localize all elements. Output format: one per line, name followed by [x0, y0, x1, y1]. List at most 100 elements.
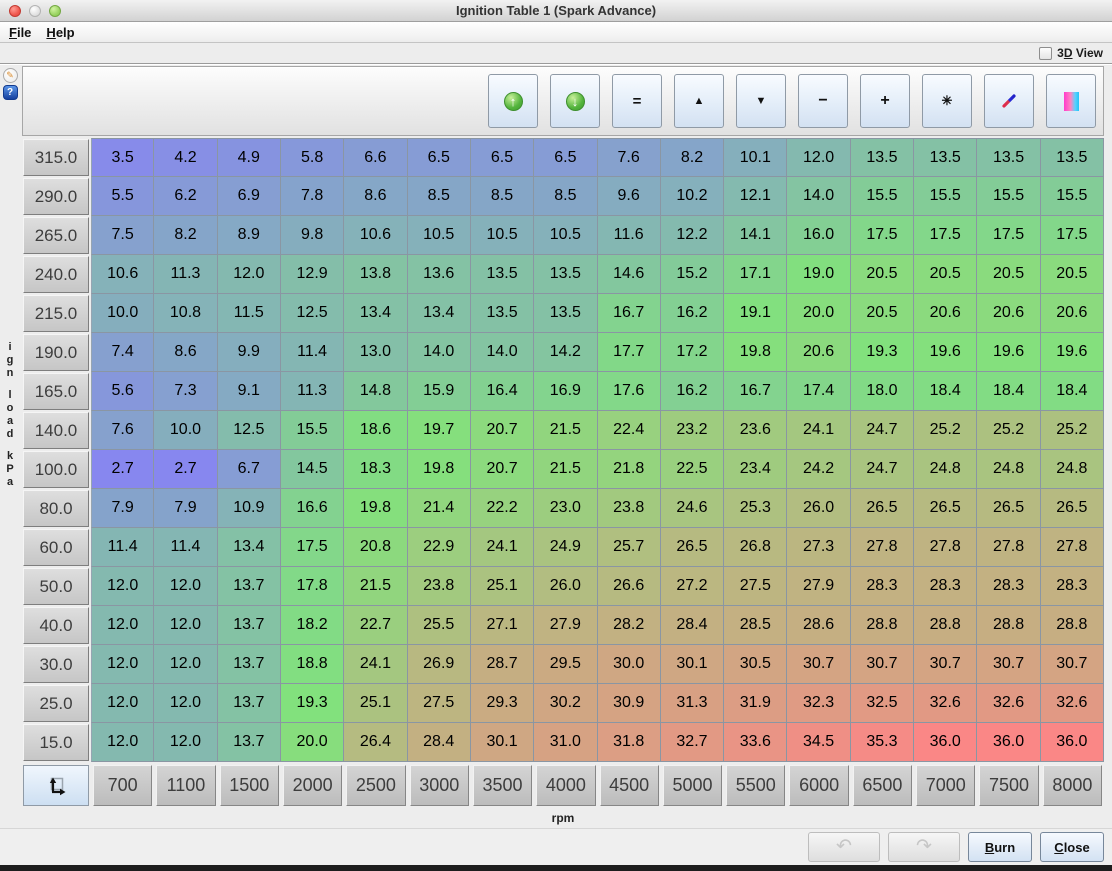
table-cell[interactable]: 22.5 [661, 450, 724, 489]
table-cell[interactable]: 20.6 [1041, 294, 1104, 333]
help-icon[interactable]: ? [3, 85, 18, 100]
table-cell[interactable]: 12.0 [154, 723, 217, 762]
table-cell[interactable]: 2.7 [154, 450, 217, 489]
table-cell[interactable]: 19.6 [914, 333, 977, 372]
table-cell[interactable]: 28.4 [408, 723, 471, 762]
table-cell[interactable]: 26.5 [1041, 489, 1104, 528]
table-cell[interactable]: 14.8 [344, 372, 407, 411]
table-cell[interactable]: 30.7 [914, 645, 977, 684]
table-cell[interactable]: 15.9 [408, 372, 471, 411]
table-cell[interactable]: 24.6 [661, 489, 724, 528]
table-cell[interactable]: 23.4 [724, 450, 787, 489]
table-cell[interactable]: 27.9 [534, 606, 597, 645]
table-cell[interactable]: 12.9 [281, 255, 344, 294]
table-cell[interactable]: 20.5 [1041, 255, 1104, 294]
table-cell[interactable]: 30.7 [977, 645, 1040, 684]
table-cell[interactable]: 25.2 [1041, 411, 1104, 450]
table-cell[interactable]: 26.8 [724, 528, 787, 567]
decrement-button[interactable]: ▼ [736, 74, 786, 128]
table-cell[interactable]: 19.3 [851, 333, 914, 372]
swap-axes-button[interactable] [23, 765, 89, 806]
table-cell[interactable]: 21.5 [344, 567, 407, 606]
table-cell[interactable]: 12.0 [154, 645, 217, 684]
table-cell[interactable]: 31.9 [724, 684, 787, 723]
table-cell[interactable]: 16.7 [598, 294, 661, 333]
table-cell[interactable]: 25.7 [598, 528, 661, 567]
table-cell[interactable]: 17.1 [724, 255, 787, 294]
add-button[interactable]: + [860, 74, 910, 128]
table-cell[interactable]: 20.5 [977, 255, 1040, 294]
table-cell[interactable]: 10.0 [154, 411, 217, 450]
table-cell[interactable]: 13.5 [914, 138, 977, 177]
table-cell[interactable]: 13.8 [344, 255, 407, 294]
table-cell[interactable]: 16.2 [661, 294, 724, 333]
table-cell[interactable]: 13.7 [218, 645, 281, 684]
table-cell[interactable]: 8.6 [154, 333, 217, 372]
table-cell[interactable]: 28.4 [661, 606, 724, 645]
table-cell[interactable]: 30.7 [851, 645, 914, 684]
table-cell[interactable]: 17.5 [977, 216, 1040, 255]
table-cell[interactable]: 17.8 [281, 567, 344, 606]
table-cell[interactable]: 16.7 [724, 372, 787, 411]
subtract-button[interactable]: − [798, 74, 848, 128]
table-cell[interactable]: 13.5 [977, 138, 1040, 177]
close-window-button[interactable] [9, 5, 21, 17]
table-cell[interactable]: 29.3 [471, 684, 534, 723]
table-cell[interactable]: 36.0 [977, 723, 1040, 762]
table-cell[interactable]: 27.8 [1041, 528, 1104, 567]
table-cell[interactable]: 7.9 [154, 489, 217, 528]
table-cell[interactable]: 17.4 [787, 372, 850, 411]
table-cell[interactable]: 11.6 [598, 216, 661, 255]
table-cell[interactable]: 6.5 [534, 138, 597, 177]
table-cell[interactable]: 13.5 [534, 294, 597, 333]
color-gradient-button[interactable] [1046, 74, 1096, 128]
table-cell[interactable]: 4.2 [154, 138, 217, 177]
table-cell[interactable]: 26.0 [534, 567, 597, 606]
table-cell[interactable]: 18.4 [1041, 372, 1104, 411]
table-cell[interactable]: 28.5 [724, 606, 787, 645]
table-cell[interactable]: 12.0 [218, 255, 281, 294]
table-cell[interactable]: 2.7 [91, 450, 154, 489]
table-cell[interactable]: 28.8 [914, 606, 977, 645]
table-cell[interactable]: 20.0 [787, 294, 850, 333]
table-cell[interactable]: 13.5 [534, 255, 597, 294]
table-cell[interactable]: 17.7 [598, 333, 661, 372]
table-cell[interactable]: 6.6 [344, 138, 407, 177]
table-cell[interactable]: 11.3 [154, 255, 217, 294]
table-cell[interactable]: 30.2 [534, 684, 597, 723]
table-cell[interactable]: 31.0 [534, 723, 597, 762]
table-cell[interactable]: 10.5 [471, 216, 534, 255]
table-cell[interactable]: 12.5 [281, 294, 344, 333]
table-cell[interactable]: 12.1 [724, 177, 787, 216]
close-button[interactable]: Close [1040, 832, 1104, 862]
table-cell[interactable]: 14.0 [787, 177, 850, 216]
table-cell[interactable]: 17.2 [661, 333, 724, 372]
table-cell[interactable]: 9.6 [598, 177, 661, 216]
table-cell[interactable]: 12.0 [787, 138, 850, 177]
table-cell[interactable]: 3.5 [91, 138, 154, 177]
table-cell[interactable]: 24.9 [534, 528, 597, 567]
table-cell[interactable]: 24.8 [914, 450, 977, 489]
table-cell[interactable]: 30.7 [787, 645, 850, 684]
interpolate-button[interactable] [984, 74, 1034, 128]
edit-pencil-icon[interactable]: ✎ [3, 68, 18, 83]
table-cell[interactable]: 15.5 [281, 411, 344, 450]
table-cell[interactable]: 7.6 [91, 411, 154, 450]
table-cell[interactable]: 27.5 [724, 567, 787, 606]
table-cell[interactable]: 7.9 [91, 489, 154, 528]
minimize-window-button[interactable] [29, 5, 41, 17]
table-cell[interactable]: 6.9 [218, 177, 281, 216]
table-cell[interactable]: 7.3 [154, 372, 217, 411]
table-cell[interactable]: 28.2 [598, 606, 661, 645]
table-cell[interactable]: 8.5 [408, 177, 471, 216]
table-cell[interactable]: 31.8 [598, 723, 661, 762]
table-cell[interactable]: 9.9 [218, 333, 281, 372]
table-cell[interactable]: 12.0 [91, 723, 154, 762]
table-cell[interactable]: 19.8 [724, 333, 787, 372]
table-cell[interactable]: 16.4 [471, 372, 534, 411]
table-cell[interactable]: 13.7 [218, 684, 281, 723]
undo-button[interactable]: ↶ [808, 832, 880, 862]
table-cell[interactable]: 26.5 [914, 489, 977, 528]
table-cell[interactable]: 13.5 [851, 138, 914, 177]
table-cell[interactable]: 8.2 [661, 138, 724, 177]
